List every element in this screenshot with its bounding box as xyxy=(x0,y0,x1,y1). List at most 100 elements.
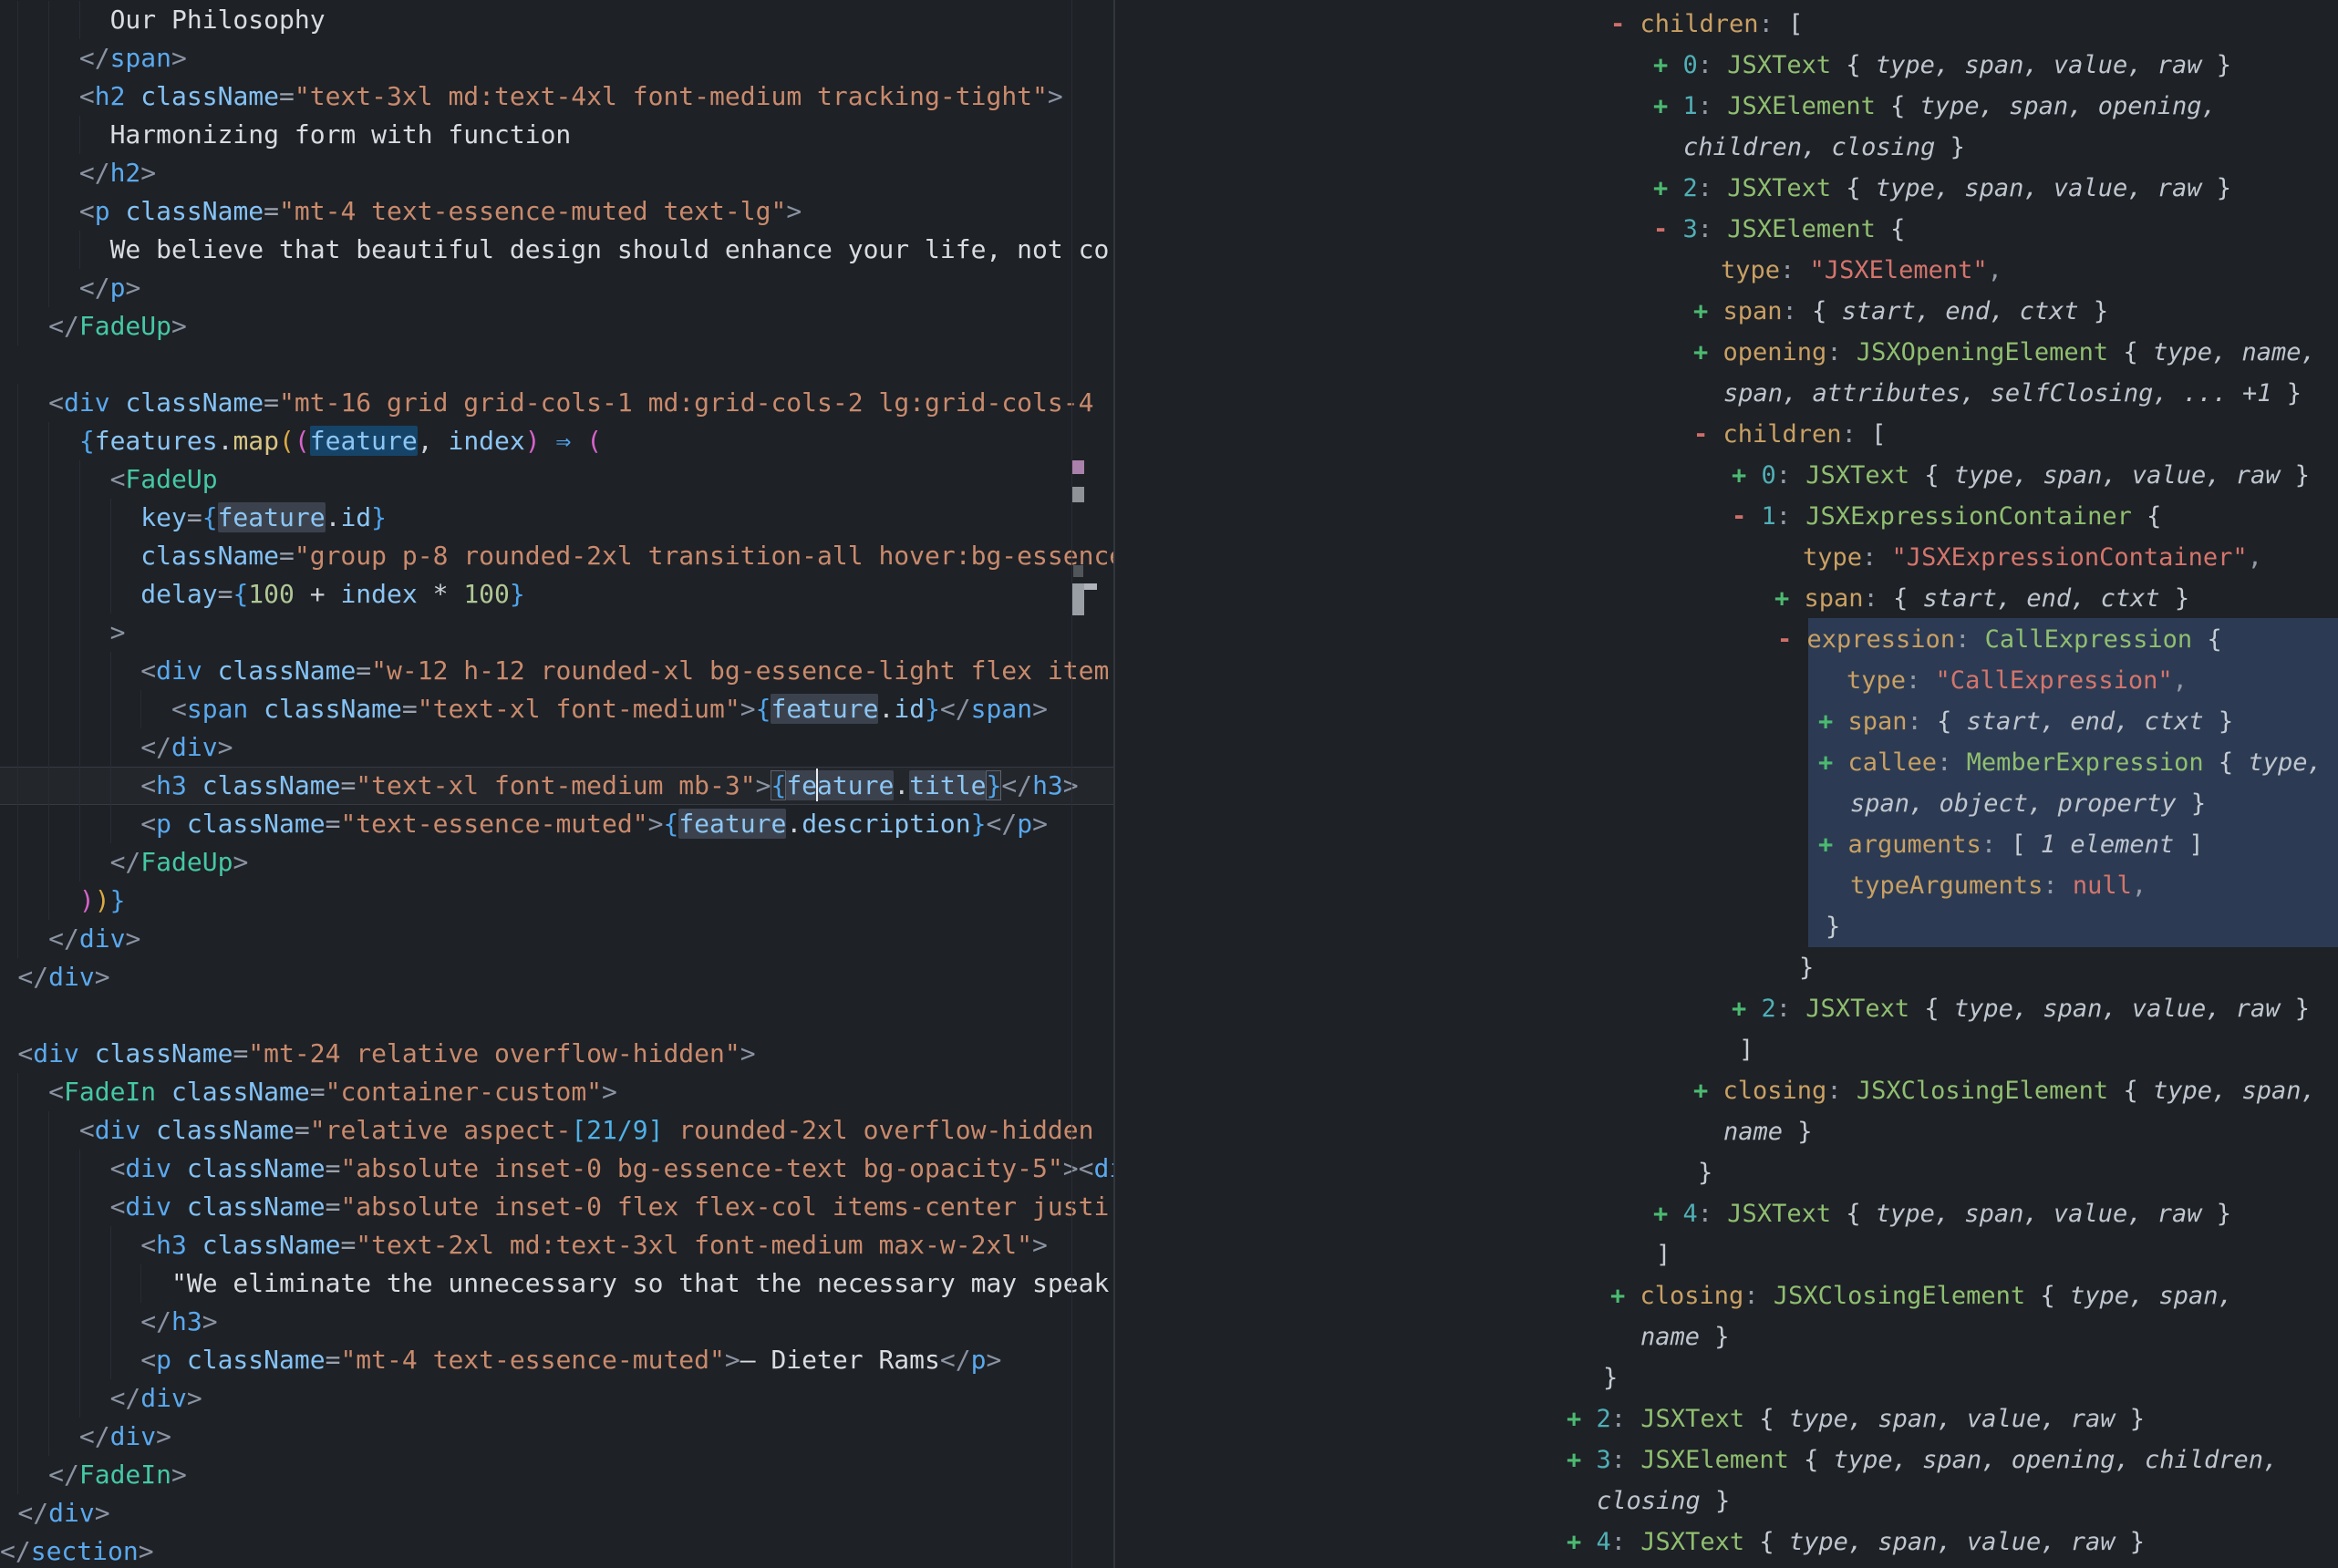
code-line[interactable]: <div className="relative aspect-[21/9] r… xyxy=(0,1111,1113,1150)
code-line[interactable]: <FadeUp xyxy=(0,460,1113,499)
ast-line[interactable]: type: "JSXExpressionContainer", xyxy=(1115,537,2338,578)
code-line[interactable]: </div> xyxy=(0,1494,1113,1532)
code-line[interactable]: <FadeIn className="container-custom"> xyxy=(0,1073,1113,1111)
ast-line[interactable]: + 0: JSXText { type, span, value, raw } xyxy=(1115,45,2338,86)
ast-line[interactable]: type: "JSXElement", xyxy=(1115,250,2338,291)
code-line[interactable]: </FadeUp> xyxy=(0,307,1113,346)
code-line[interactable]: "We eliminate the unnecessary so that th… xyxy=(0,1264,1113,1303)
code-line[interactable]: </FadeIn> xyxy=(0,1456,1113,1494)
code-line[interactable]: > xyxy=(0,614,1113,652)
code-line[interactable]: </h2> xyxy=(0,154,1113,192)
ast-line[interactable]: + closing: JSXClosingElement { type, spa… xyxy=(1115,1070,2338,1111)
code-line[interactable]: </FadeUp> xyxy=(0,843,1113,882)
collapse-icon[interactable]: - xyxy=(1732,502,1762,531)
ast-line[interactable]: - children: [ xyxy=(1115,414,2338,455)
code-line[interactable]: </p> xyxy=(0,269,1113,307)
collapse-icon[interactable]: - xyxy=(1777,625,1807,654)
code-line[interactable]: <p className="mt-4 text-essence-muted">—… xyxy=(0,1341,1113,1379)
code-line[interactable]: <div className="w-12 h-12 rounded-xl bg-… xyxy=(0,652,1113,690)
ast-line[interactable]: + 3: JSXElement { type, span, opening, c… xyxy=(1115,1439,2338,1480)
code-line[interactable]: className="group p-8 rounded-2xl transit… xyxy=(0,537,1113,575)
expand-icon[interactable]: + xyxy=(1818,707,1848,736)
expand-icon[interactable]: + xyxy=(1818,830,1848,859)
code-line[interactable]: <p className="mt-4 text-essence-muted te… xyxy=(0,192,1113,231)
ast-line[interactable]: children, closing } xyxy=(1115,127,2338,168)
ast-line[interactable]: ] xyxy=(1115,1234,2338,1275)
ast-line[interactable]: name } xyxy=(1115,1316,2338,1357)
ast-line[interactable]: span, attributes, selfClosing, ... +1 } xyxy=(1115,373,2338,414)
expand-icon[interactable]: + xyxy=(1653,1200,1683,1228)
ast-line[interactable]: + 2: JSXText { type, span, value, raw } xyxy=(1115,1398,2338,1439)
code-line[interactable]: Harmonizing form with function xyxy=(0,116,1113,154)
code-line[interactable]: <div className="mt-24 relative overflow-… xyxy=(0,1035,1113,1073)
ast-line[interactable]: } xyxy=(1115,947,2338,988)
expand-icon[interactable]: + xyxy=(1653,51,1683,79)
code-line[interactable]: </h3> xyxy=(0,1303,1113,1341)
ast-line-selected[interactable]: typeArguments: null, xyxy=(1115,865,2338,906)
code-line[interactable]: We believe that beautiful design should … xyxy=(0,231,1113,269)
expand-icon[interactable]: + xyxy=(1567,1405,1597,1433)
ast-line[interactable]: + 2: JSXText { type, span, value, raw } xyxy=(1115,988,2338,1029)
ast-line[interactable]: + 4: JSXText { type, span, value, raw } xyxy=(1115,1193,2338,1234)
ast-line[interactable]: + 1: JSXElement { type, span, opening, xyxy=(1115,86,2338,127)
code-line[interactable]: </div> xyxy=(0,920,1113,958)
code-line[interactable]: delay={100 + index * 100} xyxy=(0,575,1113,614)
ast-line-selected[interactable]: + span: { start, end, ctxt } xyxy=(1115,701,2338,742)
code-line[interactable]: </div> xyxy=(0,728,1113,767)
code-line[interactable]: Our Philosophy xyxy=(0,1,1113,39)
code-line[interactable]: key={feature.id} xyxy=(0,499,1113,537)
code-line-current[interactable]: <h3 className="text-xl font-medium mb-3"… xyxy=(0,767,1113,805)
code-line[interactable]: <p className="text-essence-muted">{featu… xyxy=(0,805,1113,843)
ast-line-selected[interactable]: } xyxy=(1115,906,2338,947)
expand-icon[interactable]: + xyxy=(1774,584,1805,613)
ast-line[interactable]: - children: [ xyxy=(1115,4,2338,45)
expand-icon[interactable]: + xyxy=(1732,995,1762,1023)
expand-icon[interactable]: + xyxy=(1653,92,1683,120)
expand-icon[interactable]: + xyxy=(1732,461,1762,490)
ast-line-selected[interactable]: - expression: CallExpression { xyxy=(1115,619,2338,660)
ast-line[interactable]: closing } xyxy=(1115,1480,2338,1522)
code-line[interactable]: </div> xyxy=(0,1379,1113,1418)
expand-icon[interactable]: + xyxy=(1610,1282,1640,1310)
expand-icon[interactable]: + xyxy=(1567,1528,1597,1556)
ast-line[interactable]: name } xyxy=(1115,1111,2338,1152)
ast-line-selected[interactable]: + callee: MemberExpression { type, xyxy=(1115,742,2338,783)
expand-icon[interactable]: + xyxy=(1818,748,1848,777)
code-line[interactable]: <div className="mt-16 grid grid-cols-1 m… xyxy=(0,384,1113,422)
ast-line[interactable]: + span: { start, end, ctxt } xyxy=(1115,578,2338,619)
code-line[interactable]: <h2 className="text-3xl md:text-4xl font… xyxy=(0,77,1113,116)
code-line[interactable]: <h3 className="text-2xl md:text-3xl font… xyxy=(0,1226,1113,1264)
expand-icon[interactable]: + xyxy=(1653,174,1683,202)
ast-line[interactable]: + opening: JSXOpeningElement { type, nam… xyxy=(1115,332,2338,373)
ast-line[interactable]: - 1: JSXExpressionContainer { xyxy=(1115,496,2338,537)
ast-line[interactable]: - 3: JSXElement { xyxy=(1115,209,2338,250)
ast-line[interactable]: + 2: JSXText { type, span, value, raw } xyxy=(1115,168,2338,209)
ast-line[interactable]: + span: { start, end, ctxt } xyxy=(1115,291,2338,332)
ast-line-selected[interactable]: span, object, property } xyxy=(1115,783,2338,824)
ast-line-selected[interactable]: type: "CallExpression", xyxy=(1115,660,2338,701)
code-line[interactable]: {features.map((feature, index) ⇒ ( xyxy=(0,422,1113,460)
code-line[interactable] xyxy=(0,346,1113,384)
code-line[interactable]: <span className="text-xl font-medium">{f… xyxy=(0,690,1113,728)
ast-line[interactable]: + 0: JSXText { type, span, value, raw } xyxy=(1115,455,2338,496)
expand-icon[interactable]: + xyxy=(1693,338,1723,366)
ast-line[interactable]: ] xyxy=(1115,1029,2338,1070)
expand-icon[interactable]: + xyxy=(1693,297,1723,325)
ast-line[interactable]: + 4: JSXText { type, span, value, raw } xyxy=(1115,1522,2338,1563)
collapse-icon[interactable]: - xyxy=(1693,420,1723,449)
ast-line[interactable]: + closing: JSXClosingElement { type, spa… xyxy=(1115,1275,2338,1316)
code-line[interactable]: </div> xyxy=(0,958,1113,996)
code-line[interactable]: </div> xyxy=(0,1418,1113,1456)
ast-line[interactable]: } xyxy=(1115,1357,2338,1398)
expand-icon[interactable]: + xyxy=(1567,1446,1597,1474)
code-line[interactable]: </span> xyxy=(0,39,1113,77)
code-line[interactable]: ))} xyxy=(0,882,1113,920)
code-line[interactable]: <div className="absolute inset-0 bg-esse… xyxy=(0,1150,1113,1188)
code-line[interactable]: <div className="absolute inset-0 flex fl… xyxy=(0,1188,1113,1226)
ast-line-selected[interactable]: + arguments: [ 1 element ] xyxy=(1115,824,2338,865)
code-line[interactable] xyxy=(0,996,1113,1035)
expand-icon[interactable]: + xyxy=(1693,1077,1723,1105)
ast-line[interactable]: } xyxy=(1115,1152,2338,1193)
collapse-icon[interactable]: - xyxy=(1653,215,1683,243)
code-line[interactable]: </section> xyxy=(0,1532,1113,1568)
